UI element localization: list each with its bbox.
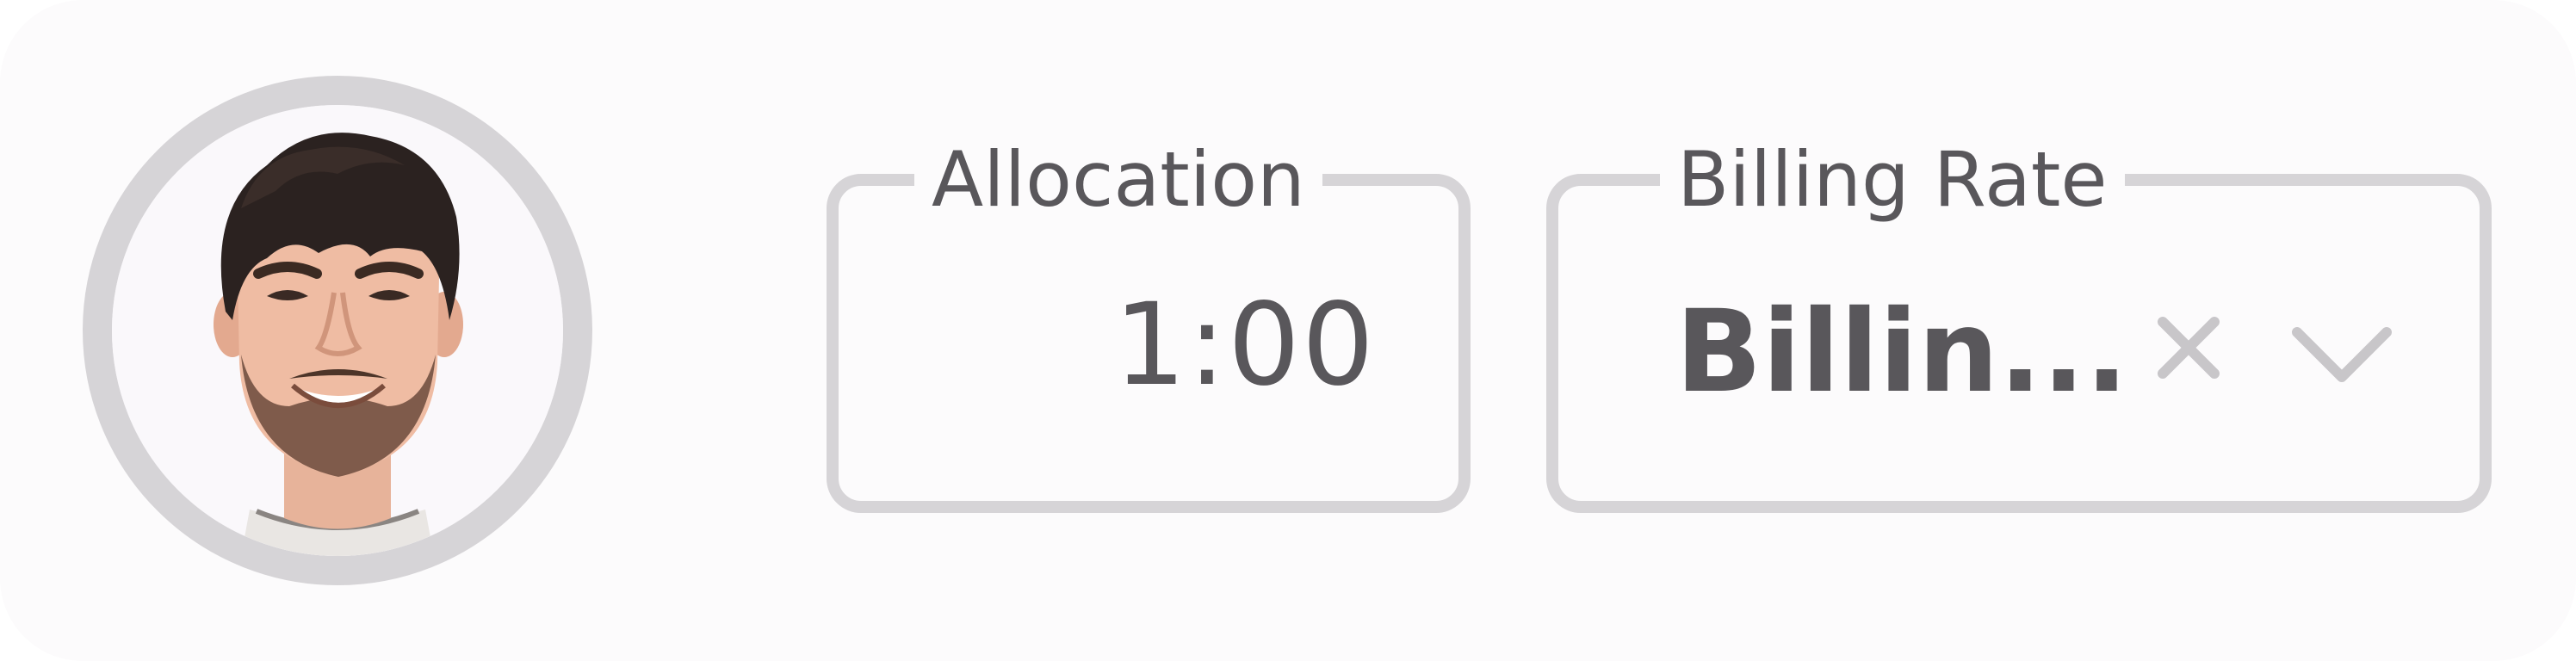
allocation-value[interactable]: 1:00: [1114, 281, 1376, 410]
avatar[interactable]: [83, 76, 592, 585]
billing-rate-value[interactable]: Billin...: [1675, 287, 2128, 417]
close-icon[interactable]: [2154, 313, 2223, 382]
allocation-field[interactable]: Allocation 1:00: [827, 133, 1471, 513]
avatar-image: [112, 105, 563, 556]
allocation-label: Allocation: [914, 133, 1322, 227]
billing-rate-label: Billing Rate: [1660, 133, 2125, 227]
billing-rate-select[interactable]: Billing Rate Billin...: [1546, 133, 2492, 513]
resource-card: Allocation 1:00 Billing Rate Billin...: [0, 0, 2576, 661]
chevron-down-icon[interactable]: [2290, 324, 2393, 384]
